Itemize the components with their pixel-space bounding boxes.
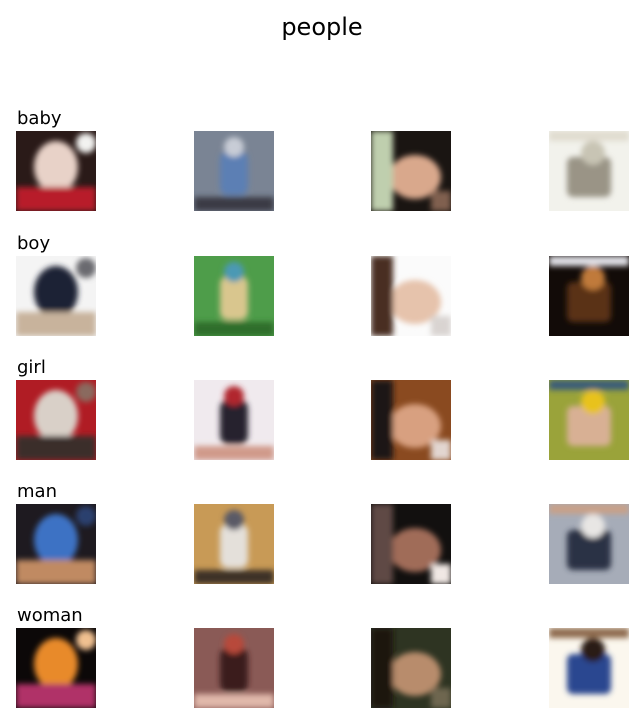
figure-title: people: [281, 13, 363, 41]
row-man: man: [0, 481, 644, 584]
woman-orange-costume-image: [16, 628, 96, 708]
row-label: woman: [17, 605, 83, 626]
row-label: man: [17, 481, 57, 502]
baby-sitting-blue-outfit-image: [194, 131, 274, 211]
row-baby: baby: [0, 108, 644, 211]
baby-sleeping-image: [371, 131, 451, 211]
girl-yellow-green-image: [549, 380, 629, 460]
baby-face-closeup-image: [16, 131, 96, 211]
row-label: girl: [17, 357, 46, 378]
row-label: baby: [17, 108, 62, 129]
man-dark-portrait-image: [371, 504, 451, 584]
man-blue-shirt-image: [16, 504, 96, 584]
row-label: boy: [17, 233, 51, 254]
woman-striped-shirt-image: [549, 628, 629, 708]
row-woman: woman: [0, 605, 644, 708]
woman-red-hair-image: [194, 628, 274, 708]
man-standing-room-image: [194, 504, 274, 584]
baby-sepia-drawing-image: [549, 131, 629, 211]
boy-running-image: [16, 256, 96, 336]
girl-sitting-red-image: [194, 380, 274, 460]
man-holding-fish-image: [549, 504, 629, 584]
boy-infant-cake-image: [371, 256, 451, 336]
woman-dark-portrait-image: [371, 628, 451, 708]
girl-dark-hair-image: [371, 380, 451, 460]
row-girl: girl: [0, 357, 644, 460]
girl-smiling-red-background-image: [16, 380, 96, 460]
row-boy: boy: [0, 233, 644, 336]
boy-reading-dark-image: [549, 256, 629, 336]
boy-blue-shirt-green-background-image: [194, 256, 274, 336]
